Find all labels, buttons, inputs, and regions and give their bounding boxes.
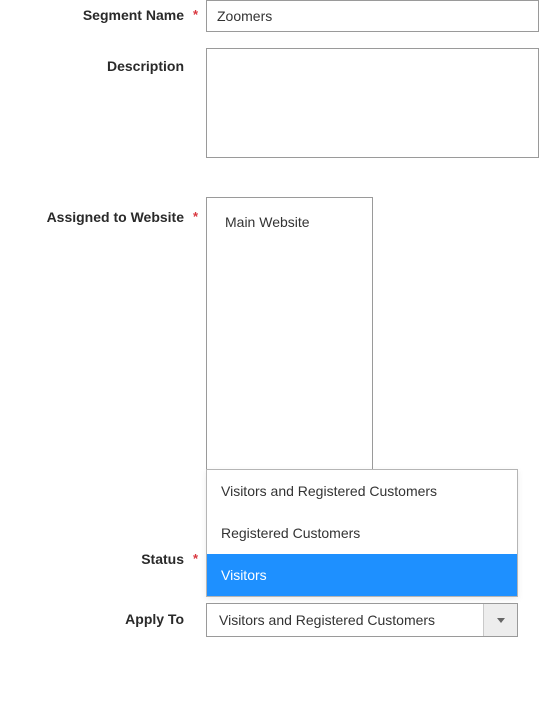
apply-to-dropdown: Visitors and Registered Customers Regist…	[206, 469, 518, 597]
apply-to-selected: Visitors and Registered Customers	[207, 604, 483, 636]
assigned-website-listbox[interactable]: Main Website	[206, 197, 373, 503]
apply-to-option-highlighted[interactable]: Visitors	[207, 554, 517, 596]
description-input[interactable]	[206, 48, 539, 158]
assigned-website-row: Assigned to Website * Main Website	[0, 197, 539, 503]
assigned-website-option[interactable]: Main Website	[207, 210, 372, 234]
segment-name-label: Segment Name *	[0, 0, 192, 23]
chevron-down-icon	[483, 604, 517, 636]
apply-to-label: Apply To	[0, 603, 192, 627]
apply-to-select[interactable]: Visitors and Registered Customers	[206, 603, 518, 637]
apply-to-row: Apply To Visitors and Registered Custome…	[0, 603, 539, 637]
description-row: Description	[0, 48, 539, 161]
required-indicator: *	[193, 209, 198, 224]
apply-to-option[interactable]: Registered Customers	[207, 512, 517, 554]
required-indicator: *	[193, 551, 198, 566]
status-label: Status *	[0, 547, 192, 567]
apply-to-option[interactable]: Visitors and Registered Customers	[207, 470, 517, 512]
description-label: Description	[0, 48, 192, 74]
required-indicator: *	[193, 7, 198, 22]
segment-name-row: Segment Name *	[0, 0, 539, 32]
segment-name-input[interactable]	[206, 0, 539, 32]
assigned-website-label: Assigned to Website *	[0, 197, 192, 225]
